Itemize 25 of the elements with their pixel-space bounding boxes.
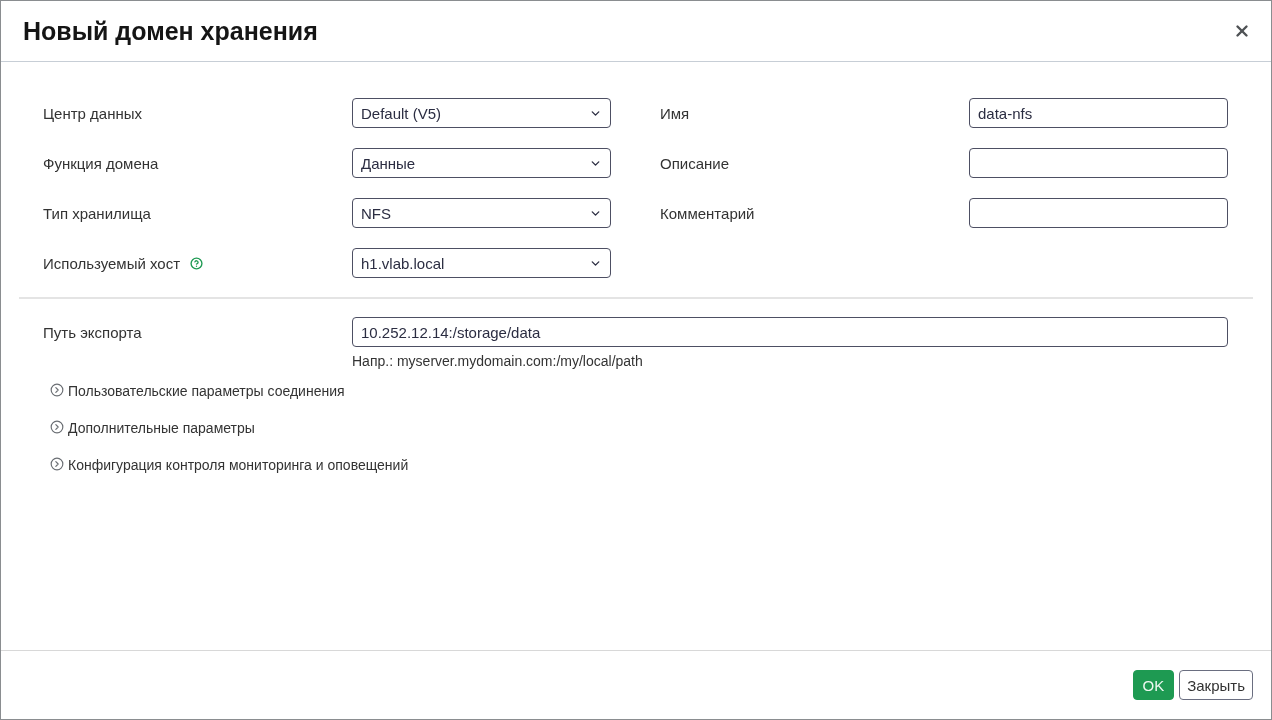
field-label: Путь экспорта [43,323,143,341]
text-field[interactable]: 10.252.12.14:/storage/data [352,317,1228,347]
field-label: Описание [660,154,730,172]
section-toggle[interactable]: Дополнительные параметры [50,418,255,438]
dropdown[interactable]: NFS [352,198,611,228]
field-label: Имя [660,104,690,122]
dialog-title: Новый домен хранения [23,16,318,46]
hint-text: Напр.: myserver.mydomain.com:/my/local/path [352,353,643,369]
dropdown[interactable]: Default (V5) [352,98,611,128]
field-label: Функция домена [43,154,159,172]
section-toggle[interactable]: Пользовательские параметры соединения [50,381,345,401]
close-icon [1233,22,1251,40]
field-label: Центр данных [43,104,143,122]
close-button[interactable] [1233,22,1251,40]
help-icon[interactable] [190,256,204,270]
close-dialog-button[interactable]: Закрыть [1179,670,1253,700]
field-label: Тип хранилища [43,204,151,222]
field-label: Используемый хост [43,254,181,272]
section-toggle[interactable]: Конфигурация контроля мониторинга и оповещений [50,455,409,475]
field-label: Комментарий [660,204,755,222]
text-field[interactable]: data-nfs [969,98,1228,128]
text-field[interactable] [969,198,1228,228]
dropdown[interactable]: Данные [352,148,611,178]
text-field[interactable] [969,148,1228,178]
dropdown[interactable]: h1.vlab.local [352,248,611,278]
